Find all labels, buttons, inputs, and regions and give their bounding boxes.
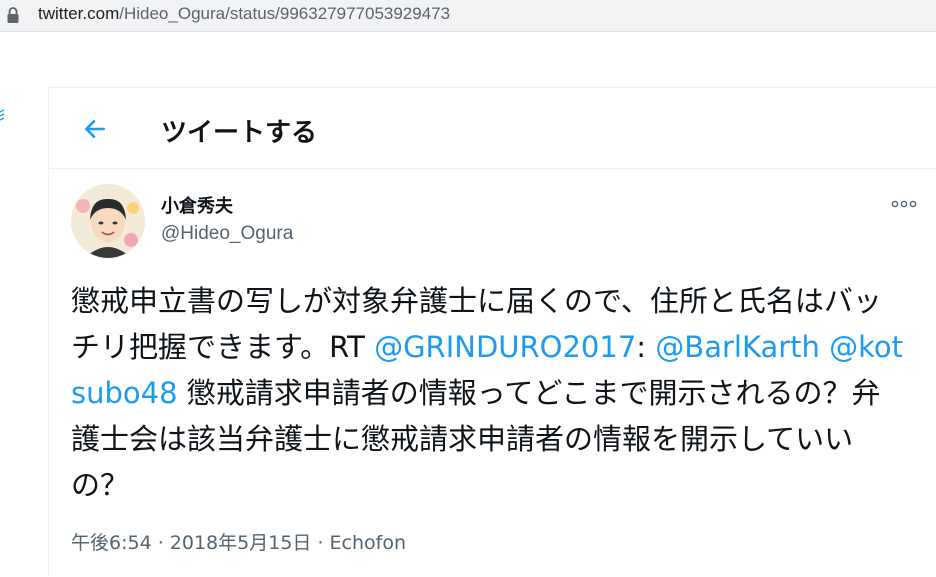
tweet-text-part: [820, 330, 829, 364]
meta-separator: ·: [311, 532, 330, 554]
display-name[interactable]: 小倉秀夫: [161, 192, 233, 218]
user-handle[interactable]: @Hideo_Ogura: [161, 223, 293, 245]
lock-icon: [7, 7, 19, 23]
main-column: ツイートする 小倉秀夫 @Hideo_Ogura 懲戒申立書の写しが対象弁護士に…: [49, 87, 936, 577]
url-path: /Hideo_Ogura/status/996327977053929473: [119, 4, 451, 23]
more-options-button[interactable]: [889, 196, 919, 212]
tweet-meta: 午後6:54 · 2018年5月15日 · Echofon: [71, 528, 406, 555]
mention-link[interactable]: @GRINDURO2017: [374, 330, 636, 364]
sidebar-partial-icon[interactable]: [0, 109, 5, 123]
tweet-text: 懲戒申立書の写しが対象弁護士に届くので、住所と氏名はバッチリ把握できます。RT …: [71, 278, 909, 508]
url-domain: twitter.com: [38, 4, 120, 23]
tweet-timestamp[interactable]: 午後6:54 · 2018年5月15日: [71, 532, 311, 554]
avatar-illustration: [71, 184, 145, 258]
tweet-text-part: :: [636, 330, 656, 364]
url-text[interactable]: twitter.com/Hideo_Ogura/status/996327977…: [38, 4, 450, 24]
avatar[interactable]: [71, 184, 145, 258]
tweet-text-part: 懲戒請求申請者の情報ってどこまで開示されるの？弁護士会は該当弁護士に懲戒請求申請…: [71, 376, 881, 502]
back-button[interactable]: [75, 109, 115, 149]
tweet-source[interactable]: Echofon: [330, 532, 406, 554]
mention-link[interactable]: @BarlKarth: [655, 330, 820, 364]
page-title: ツイートする: [161, 118, 318, 148]
arrow-left-icon: [85, 120, 105, 138]
address-bar[interactable]: twitter.com/Hideo_Ogura/status/996327977…: [0, 0, 936, 32]
sidebar: [0, 87, 49, 576]
page-header: ツイートする: [49, 88, 936, 169]
more-dots-icon: [891, 200, 917, 208]
